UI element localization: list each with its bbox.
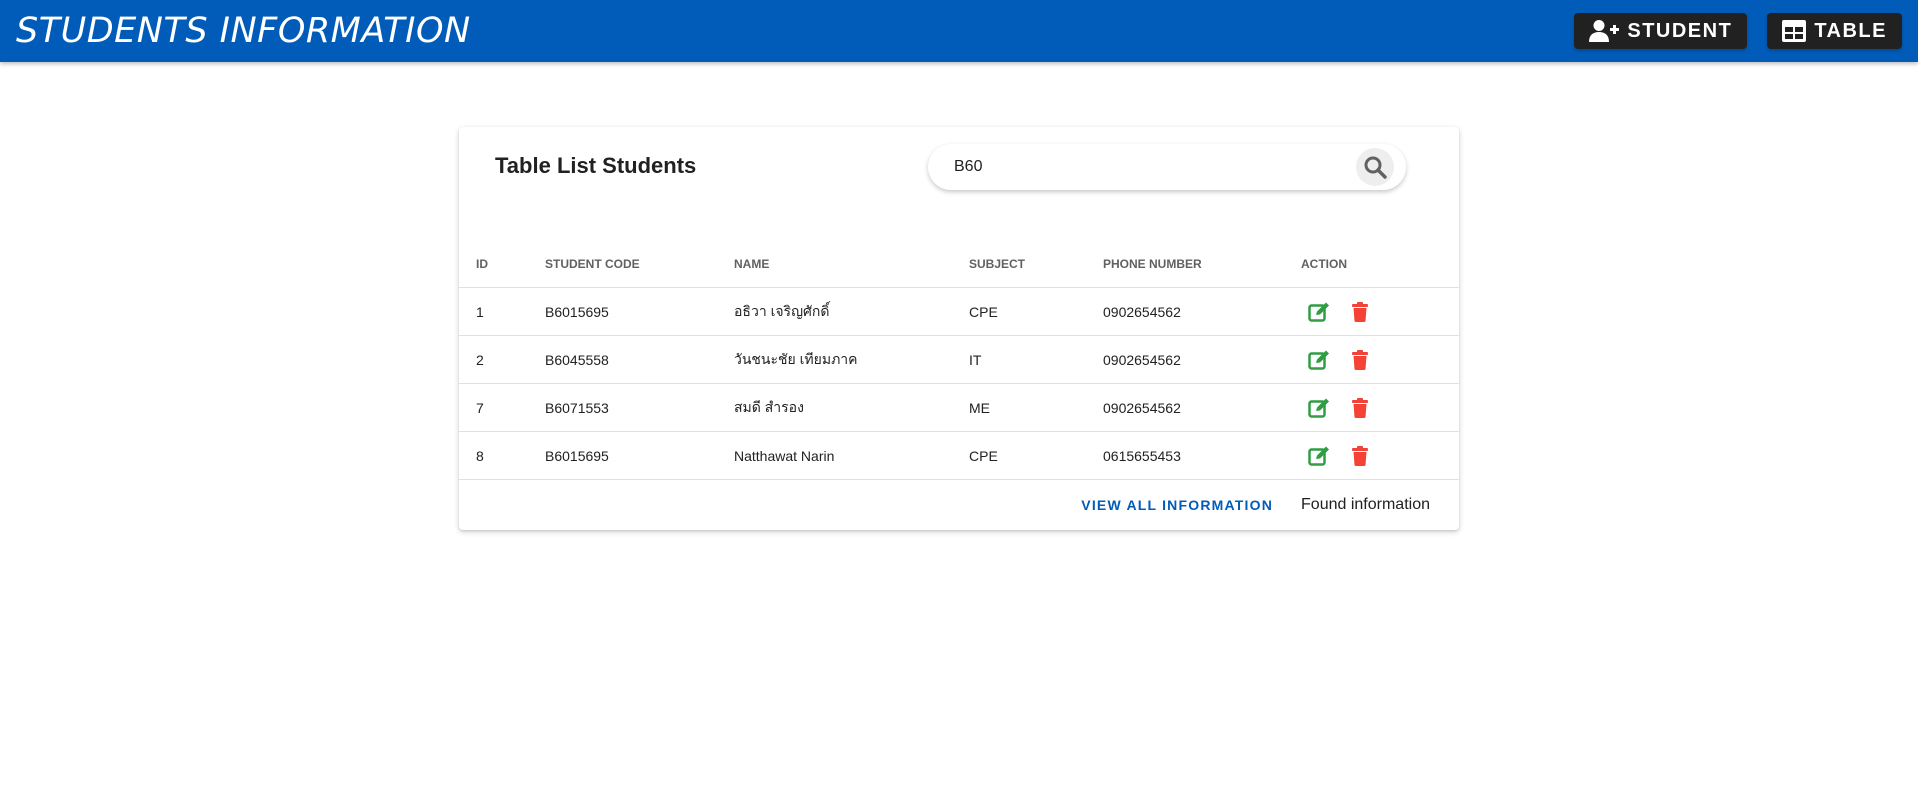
cell-action (1301, 383, 1459, 432)
edit-icon (1308, 302, 1329, 322)
delete-button[interactable] (1348, 396, 1372, 420)
header-action: ACTION (1301, 240, 1459, 288)
table-button[interactable]: TABLE (1767, 13, 1902, 49)
cell-id: 8 (459, 431, 545, 480)
table-row: 7 B6071553 สมดี สำรอง ME 0902654562 (459, 383, 1459, 432)
search-icon (1364, 156, 1387, 179)
trash-icon (1352, 397, 1368, 418)
app-title: STUDENTS INFORMATION (16, 11, 471, 51)
table-label: TABLE (1814, 19, 1887, 42)
edit-icon (1308, 446, 1329, 466)
delete-button[interactable] (1348, 444, 1372, 468)
cell-id: 2 (459, 335, 545, 384)
search-button[interactable] (1356, 148, 1394, 186)
cell-phone: 0902654562 (1103, 383, 1301, 432)
cell-student-code: B6071553 (545, 383, 734, 432)
students-table: ID STUDENT CODE NAME SUBJECT PHONE NUMBE… (459, 240, 1459, 480)
cell-id: 7 (459, 383, 545, 432)
header-name: NAME (734, 240, 969, 288)
cell-subject: IT (969, 335, 1103, 384)
search-box (928, 144, 1406, 190)
trash-icon (1352, 301, 1368, 322)
cell-subject: CPE (969, 287, 1103, 336)
cell-subject: CPE (969, 431, 1103, 480)
table-header-row: ID STUDENT CODE NAME SUBJECT PHONE NUMBE… (459, 240, 1459, 288)
view-all-button[interactable]: VIEW ALL INFORMATION (1081, 497, 1273, 513)
trash-icon (1352, 445, 1368, 466)
cell-action (1301, 335, 1459, 384)
cell-name: วันชนะชัย เทียมภาค (734, 335, 969, 384)
header-phone-number: PHONE NUMBER (1103, 240, 1301, 288)
students-card: Table List Students ID STUDENT CODE NAME… (459, 127, 1459, 530)
cell-subject: ME (969, 383, 1103, 432)
trash-icon (1352, 349, 1368, 370)
cell-name: Natthawat Narin (734, 431, 969, 480)
search-input[interactable] (952, 157, 1356, 177)
cell-student-code: B6045558 (545, 335, 734, 384)
add-student-label: STUDENT (1627, 19, 1733, 42)
table-row: 2 B6045558 วันชนะชัย เทียมภาค IT 0902654… (459, 335, 1459, 384)
card-title: Table List Students (495, 153, 697, 178)
delete-button[interactable] (1348, 300, 1372, 324)
delete-button[interactable] (1348, 348, 1372, 372)
edit-icon (1308, 398, 1329, 418)
header-student-code: STUDENT CODE (545, 240, 734, 288)
table-icon (1782, 20, 1807, 42)
card-footer: VIEW ALL INFORMATION Found information (459, 480, 1459, 530)
header-subject: SUBJECT (969, 240, 1103, 288)
edit-icon (1308, 350, 1329, 370)
cell-phone: 0615655453 (1103, 431, 1301, 480)
header-id: ID (459, 240, 545, 288)
table-row: 8 B6015695 Natthawat Narin CPE 061565545… (459, 431, 1459, 480)
cell-student-code: B6015695 (545, 287, 734, 336)
cell-name: อธิวา เจริญศักดิ์ (734, 287, 969, 336)
status-text: Found information (1301, 496, 1430, 513)
add-student-button[interactable]: STUDENT (1574, 13, 1748, 49)
cell-name: สมดี สำรอง (734, 383, 969, 432)
cell-action (1301, 287, 1459, 336)
cell-id: 1 (459, 287, 545, 336)
cell-phone: 0902654562 (1103, 287, 1301, 336)
app-bar: STUDENTS INFORMATION STUDENT TABLE (0, 0, 1918, 62)
edit-button[interactable] (1307, 444, 1331, 468)
table-row: 1 B6015695 อธิวา เจริญศักดิ์ CPE 0902654… (459, 287, 1459, 336)
edit-button[interactable] (1307, 300, 1331, 324)
cell-action (1301, 431, 1459, 480)
add-user-icon (1589, 20, 1620, 42)
edit-button[interactable] (1307, 396, 1331, 420)
edit-button[interactable] (1307, 348, 1331, 372)
cell-student-code: B6015695 (545, 431, 734, 480)
cell-phone: 0902654562 (1103, 335, 1301, 384)
